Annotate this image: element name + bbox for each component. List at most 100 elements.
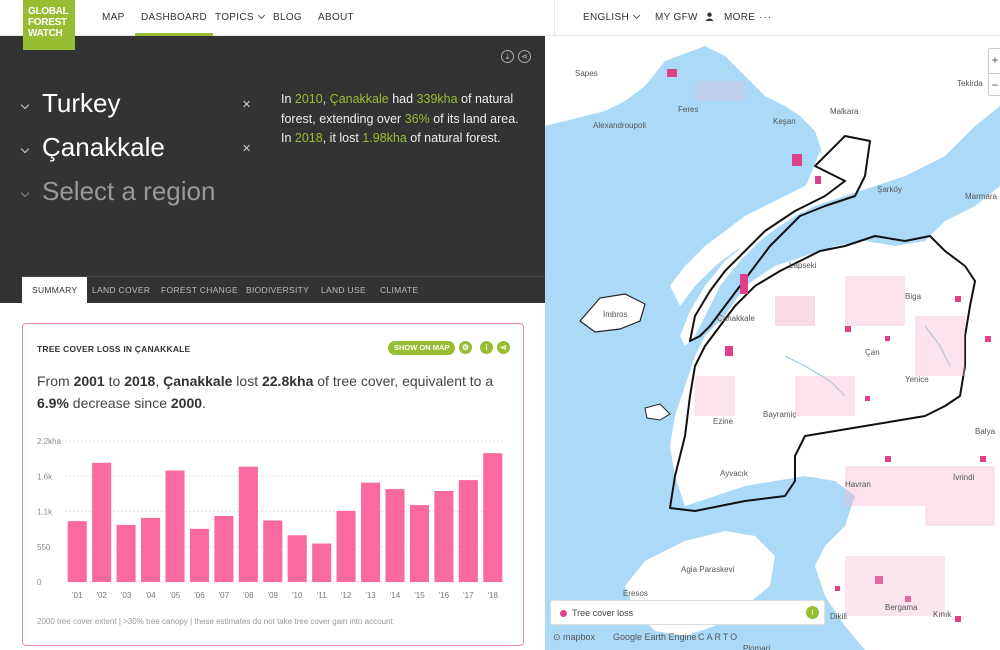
settings-icon[interactable]: ⚙: [459, 341, 472, 354]
bar: [458, 480, 478, 582]
show-on-map-button[interactable]: SHOW ON MAP: [388, 341, 456, 355]
chevron-down-icon: [20, 100, 30, 110]
x-tick-label: '08: [243, 591, 254, 600]
map-place-label: Çanakkale: [717, 314, 755, 323]
nav-dashboard[interactable]: DASHBOARD: [135, 0, 214, 36]
x-tick-label: '10: [292, 591, 303, 600]
carto-attribution[interactable]: CARTO: [698, 632, 739, 642]
bar: [483, 453, 503, 582]
y-tick-label: 0: [37, 578, 42, 587]
map-place-label: Yenice: [905, 375, 929, 384]
map-place-label: Eresos: [623, 589, 648, 598]
summary-year: 2018: [294, 131, 323, 145]
bar: [165, 470, 185, 582]
zoom-in-button[interactable]: +: [989, 49, 1000, 73]
map-place-label: Plomari: [743, 644, 770, 650]
gfw-logo[interactable]: GLOBAL FOREST WATCH: [23, 0, 75, 50]
language-selector[interactable]: ENGLISH: [583, 0, 641, 36]
summary-text: ,: [322, 92, 330, 106]
x-tick-label: '14: [390, 591, 401, 600]
bar: [336, 510, 356, 582]
y-tick-label: 1.6k: [37, 472, 53, 481]
nav-map[interactable]: MAP: [102, 0, 125, 36]
loss-patch: [885, 456, 891, 462]
sentence-percent: 6.9%: [37, 395, 69, 411]
loss-patch: [740, 274, 748, 294]
summary-text: of natural forest.: [406, 131, 501, 145]
share-icon[interactable]: ⋖: [518, 50, 531, 63]
map-place-label: Havran: [845, 480, 871, 489]
zoom-out-button[interactable]: −: [989, 73, 1000, 97]
clear-country-icon[interactable]: ✕: [242, 98, 251, 111]
nav-divider: [554, 0, 555, 36]
map-place-label: Keşan: [773, 117, 796, 126]
map-place-label: Alexandroupoli: [593, 121, 646, 130]
share-icon[interactable]: ⋖: [497, 341, 510, 354]
x-tick-label: '05: [170, 591, 181, 600]
sentence-text: From: [37, 373, 74, 389]
dashboard-tabs: SUMMARY LAND COVER FOREST CHANGE BIODIVE…: [22, 276, 545, 303]
info-icon[interactable]: i: [480, 341, 493, 354]
sentence-text: decrease since: [68, 395, 171, 411]
chevron-down-icon: [20, 188, 30, 198]
mapbox-logo[interactable]: ⊙ mapbox: [553, 632, 595, 643]
summary-loss: 1.98kha: [362, 131, 407, 145]
more-menu[interactable]: MORE ···: [724, 0, 772, 36]
loss-patch: [955, 296, 961, 302]
x-tick-label: '07: [219, 591, 230, 600]
tree-cover-loss-chart: 0 550 1.1k 1.6k 2.2kha '01 '02 '03 '04 '05 '06 '07 '…: [37, 437, 505, 600]
x-tick-label: '02: [96, 591, 107, 600]
loss-patch: [845, 326, 851, 332]
info-icon[interactable]: i: [806, 606, 819, 619]
loss-patch: [955, 616, 961, 622]
top-navigation: GLOBAL FOREST WATCH MAP DASHBOARD TOPICS…: [0, 0, 1000, 50]
map-place-label: Lapseki: [789, 261, 817, 270]
tab-summary[interactable]: SUMMARY: [22, 277, 88, 303]
map-place-label: Tekirda: [957, 79, 983, 88]
x-tick-label: '17: [463, 591, 474, 600]
map-place-label: Bayramiç: [763, 410, 796, 419]
download-icon[interactable]: ⤓: [501, 50, 514, 63]
tab-biodiversity[interactable]: BIODIVERSITY: [246, 277, 309, 303]
x-tick-label: '06: [194, 591, 205, 600]
region-selector[interactable]: Çanakkale ✕: [20, 132, 262, 168]
sentence-end-year: 2018: [124, 373, 156, 389]
tab-land-cover[interactable]: LAND COVER: [92, 277, 150, 303]
logo-line: GLOBAL: [28, 6, 69, 17]
x-tick-label: '09: [268, 591, 279, 600]
earth-engine-attribution[interactable]: Google Earth Engine: [613, 632, 697, 642]
bar: [141, 517, 161, 582]
tab-land-use[interactable]: LAND USE: [321, 277, 366, 303]
country-selector[interactable]: Turkey ✕: [20, 88, 262, 124]
tab-climate[interactable]: CLIMATE: [380, 277, 418, 303]
x-tick-label: '03: [121, 591, 132, 600]
subregion-selector[interactable]: Select a region: [20, 176, 262, 212]
bar: [263, 520, 283, 582]
y-tick-label: 550: [37, 543, 51, 552]
nav-topics[interactable]: TOPICS: [215, 0, 265, 36]
clear-region-icon[interactable]: ✕: [242, 142, 251, 155]
more-label: MORE: [724, 12, 756, 23]
summary-year: 2010: [294, 92, 323, 106]
map-place-label: Biga: [905, 292, 922, 301]
summary-region: Çanakkale: [329, 92, 389, 106]
chevron-down-icon: [632, 11, 641, 20]
loss-area: [695, 81, 745, 101]
tab-forest-change[interactable]: FOREST CHANGE: [161, 277, 238, 303]
nav-blog[interactable]: BLOG: [273, 0, 302, 36]
summary-text: , it lost: [322, 131, 363, 145]
nav-about[interactable]: ABOUT: [318, 0, 354, 36]
bar: [361, 482, 381, 582]
tree-cover-loss-widget: TREE COVER LOSS IN ÇANAKKALE SHOW ON MAP…: [22, 323, 524, 646]
loss-patch: [792, 154, 802, 166]
chevron-down-icon: [20, 144, 30, 154]
loss-patch: [667, 69, 677, 77]
ellipsis-icon: ···: [759, 12, 773, 23]
x-tick-label: '16: [439, 591, 450, 600]
subregion-placeholder: Select a region: [42, 176, 216, 206]
zoom-controls[interactable]: + −: [988, 48, 1000, 96]
my-gfw-link[interactable]: MY GFW: [655, 0, 714, 36]
loss-patch: [980, 456, 986, 462]
map-view[interactable]: Sapes Alexandroupoli Feres Keşan Malkara Teki…: [545, 36, 1000, 650]
map-canvas[interactable]: Sapes Alexandroupoli Feres Keşan Malkara Teki…: [545, 36, 1000, 650]
